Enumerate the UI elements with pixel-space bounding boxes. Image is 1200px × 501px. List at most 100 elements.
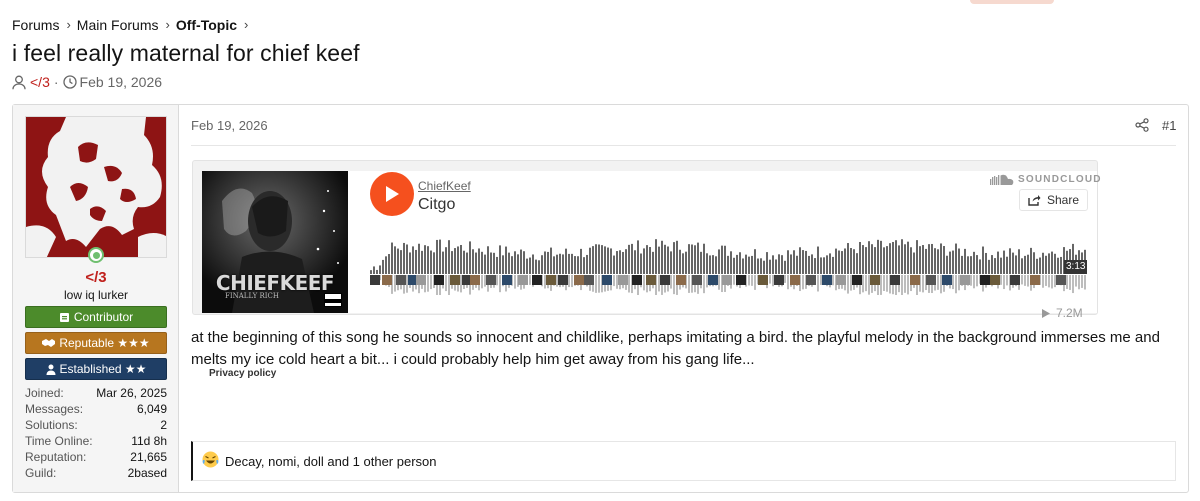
comment-avatar[interactable] [852, 275, 862, 285]
waveform-bar [625, 249, 627, 274]
album-artwork[interactable]: CHIEFKEEF FINALLY RICH [202, 171, 348, 313]
waveform-reflection [1051, 275, 1053, 289]
comment-avatar[interactable] [646, 275, 656, 285]
waveform-bar [1039, 257, 1041, 274]
soundcloud-logo[interactable]: SOUNDCLOUD [990, 174, 1102, 185]
waveform-reflection [394, 275, 396, 292]
waveform-bar [775, 259, 777, 274]
comment-avatar[interactable] [660, 275, 670, 285]
comment-avatar[interactable] [926, 275, 936, 285]
waveform-bar [682, 253, 684, 274]
comment-avatar[interactable] [708, 275, 718, 285]
breadcrumb-main-forums[interactable]: Main Forums [77, 17, 159, 33]
comment-avatar[interactable] [382, 275, 392, 285]
comment-avatar[interactable] [692, 275, 702, 285]
waveform-reflection [571, 275, 573, 288]
play-button[interactable] [370, 172, 414, 216]
comment-avatar[interactable] [1030, 275, 1040, 285]
comment-avatar[interactable] [558, 275, 568, 285]
comment-avatar[interactable] [1010, 275, 1020, 285]
waveform-bar [1033, 252, 1035, 274]
waveform-bar [676, 240, 678, 274]
comment-avatar[interactable] [890, 275, 900, 285]
reactions-bar[interactable]: Decay, nomi, doll and 1 other person [191, 441, 1176, 481]
comment-avatar[interactable] [758, 275, 768, 285]
comment-avatar[interactable] [486, 275, 496, 285]
waveform-reflection [1075, 275, 1077, 287]
waveform-bar [637, 240, 639, 274]
comment-avatar[interactable] [574, 275, 584, 285]
waveform-bar [655, 239, 657, 274]
comment-avatar[interactable] [618, 275, 628, 285]
waveform-reflection [940, 275, 942, 294]
waveform-bar [916, 240, 918, 274]
waveform-bar [802, 250, 804, 274]
waveform-reflection [643, 275, 645, 291]
waveform-reflection [430, 275, 432, 290]
waveform-bar [940, 243, 942, 274]
comment-avatar[interactable] [584, 275, 594, 285]
waveform-bar [631, 243, 633, 274]
comment-avatar[interactable] [980, 275, 990, 285]
comment-avatar[interactable] [602, 275, 612, 285]
comment-avatar[interactable] [434, 275, 444, 285]
comment-avatar[interactable] [1056, 275, 1066, 285]
breadcrumb-off-topic[interactable]: Off-Topic [176, 17, 237, 33]
comment-avatar[interactable] [546, 275, 556, 285]
post-number-link[interactable]: #1 [1162, 118, 1176, 133]
comment-avatar[interactable] [960, 275, 970, 285]
waveform-bar [406, 244, 408, 274]
comment-avatar[interactable] [518, 275, 528, 285]
contributor-icon [59, 312, 69, 322]
comment-avatar[interactable] [470, 275, 480, 285]
waveform-bar [1006, 256, 1008, 274]
comment-avatar[interactable] [450, 275, 460, 285]
comment-avatar[interactable] [822, 275, 832, 285]
comment-avatar[interactable] [532, 275, 542, 285]
waveform-bar [616, 251, 618, 274]
username[interactable]: </3 [13, 269, 179, 286]
share-icon[interactable] [1135, 118, 1149, 137]
waveform-bar [859, 241, 861, 274]
comment-avatar[interactable] [722, 275, 732, 285]
comment-avatar[interactable] [370, 275, 380, 285]
comment-avatar[interactable] [990, 275, 1000, 285]
comment-avatar[interactable] [790, 275, 800, 285]
track-artist-link[interactable]: ChiefKeef [418, 179, 471, 193]
waveform-bar [469, 241, 471, 274]
waveform-bar [436, 239, 438, 274]
page-title: i feel really maternal for chief keef [12, 40, 360, 66]
waveform-bar [673, 242, 675, 274]
breadcrumb-forums[interactable]: Forums [12, 17, 59, 33]
waveform-bar [805, 250, 807, 274]
comment-avatar[interactable] [836, 275, 846, 285]
track-title[interactable]: Citgo [418, 196, 455, 214]
comment-avatar[interactable] [870, 275, 880, 285]
waveform-bar [457, 246, 459, 274]
waveform-bar [853, 249, 855, 274]
soundcloud-share-button[interactable]: Share [1019, 189, 1089, 211]
waveform-reflection [1078, 275, 1080, 290]
waveform-reflection [1066, 275, 1068, 289]
waveform[interactable] [370, 233, 1086, 295]
waveform-reflection [748, 275, 750, 286]
comment-avatar[interactable] [632, 275, 642, 285]
comment-avatar[interactable] [416, 275, 426, 285]
waveform-bar [613, 255, 615, 274]
waveform-reflection [832, 275, 834, 286]
comment-avatar[interactable] [396, 275, 406, 285]
avatar[interactable] [25, 116, 167, 258]
comment-avatar[interactable] [502, 275, 512, 285]
comment-avatar[interactable] [942, 275, 952, 285]
waveform-bar [781, 255, 783, 274]
comment-avatar[interactable] [910, 275, 920, 285]
comment-avatar[interactable] [774, 275, 784, 285]
post-date-link[interactable]: Feb 19, 2026 [191, 118, 268, 133]
comment-avatar[interactable] [806, 275, 816, 285]
waveform-bar [718, 249, 720, 274]
thread-author-link[interactable]: </3 [30, 74, 50, 90]
reactions-list[interactable]: Decay, nomi, doll and 1 other person [225, 454, 437, 469]
comment-avatar[interactable] [736, 275, 746, 285]
comment-avatar[interactable] [676, 275, 686, 285]
thread-date-link[interactable]: Feb 19, 2026 [80, 74, 163, 90]
